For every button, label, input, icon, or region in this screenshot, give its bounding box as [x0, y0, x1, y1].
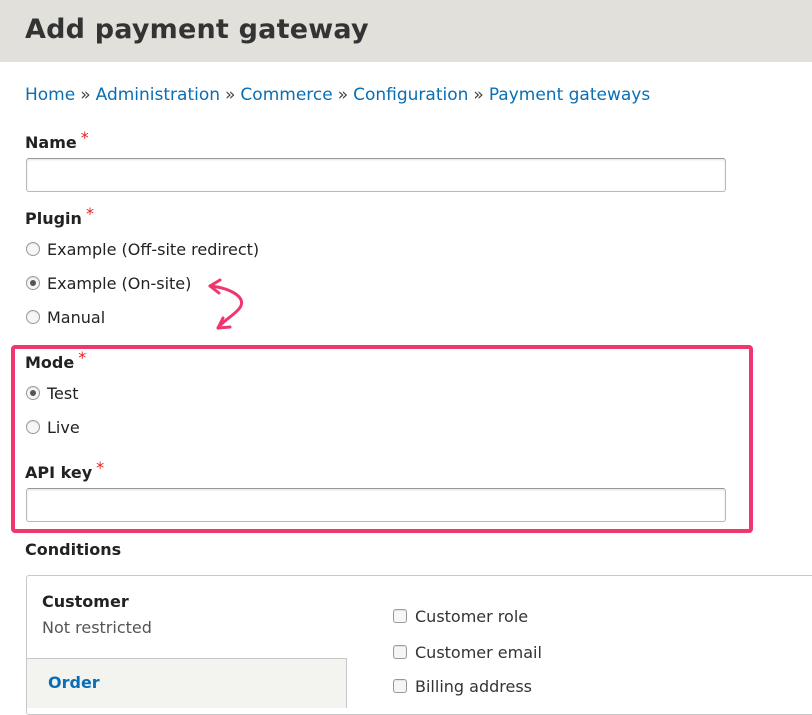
- plugin-option-onsite[interactable]: Example (On-site): [26, 272, 191, 294]
- page-title: Add payment gateway: [25, 14, 369, 45]
- checkbox-label: Customer email: [415, 642, 542, 662]
- plugin-option-label: Manual: [47, 307, 106, 327]
- radio-button[interactable]: [26, 420, 40, 434]
- breadcrumb-administration[interactable]: Administration: [96, 85, 220, 105]
- mode-option-live[interactable]: Live: [26, 416, 80, 438]
- required-marker: *: [85, 204, 94, 223]
- plugin-label: Plugin *: [25, 204, 94, 228]
- vertical-tab-customer-summary: Not restricted: [42, 618, 152, 637]
- plugin-option-label: Example (Off-site redirect): [47, 239, 260, 259]
- api-key-label: API key *: [25, 458, 104, 482]
- condition-billing-address[interactable]: Billing address: [393, 675, 532, 697]
- page-header: Add payment gateway: [0, 0, 812, 62]
- checkbox[interactable]: [393, 645, 407, 659]
- mode-label-text: Mode: [25, 353, 75, 372]
- radio-button[interactable]: [26, 310, 40, 324]
- breadcrumb-separator: »: [225, 85, 236, 105]
- breadcrumb-separator: »: [473, 85, 484, 105]
- name-label: Name *: [25, 128, 89, 152]
- breadcrumb-separator: »: [337, 85, 349, 105]
- breadcrumb-separator: »: [80, 85, 91, 105]
- breadcrumb: Home» Administration» Commerce» Configurati…: [25, 85, 650, 105]
- checkbox[interactable]: [393, 679, 407, 693]
- checkbox[interactable]: [393, 609, 407, 623]
- mode-option-label: Test: [47, 383, 79, 403]
- plugin-option-label: Example (On-site): [47, 273, 192, 293]
- checkbox-label: Billing address: [415, 676, 532, 696]
- radio-button-selected[interactable]: [26, 276, 40, 290]
- name-label-text: Name: [25, 133, 77, 152]
- api-key-label-text: API key: [25, 463, 93, 482]
- required-marker: *: [96, 458, 105, 477]
- radio-button[interactable]: [26, 242, 40, 256]
- curved-double-arrow-icon: [208, 278, 243, 330]
- api-key-input[interactable]: [26, 488, 726, 522]
- breadcrumb-configuration[interactable]: Configuration: [353, 85, 468, 105]
- conditions-label: Conditions: [25, 540, 122, 559]
- name-input[interactable]: [26, 158, 726, 192]
- breadcrumb-payment-gateways[interactable]: Payment gateways: [489, 85, 650, 105]
- mode-label: Mode *: [25, 348, 86, 372]
- condition-customer-role[interactable]: Customer role: [393, 605, 528, 627]
- checkbox-label: Customer role: [415, 606, 529, 626]
- radio-button-selected[interactable]: [26, 386, 40, 400]
- plugin-option-manual[interactable]: Manual: [26, 306, 105, 328]
- required-marker: *: [80, 128, 89, 147]
- required-marker: *: [78, 348, 87, 367]
- plugin-label-text: Plugin: [25, 209, 82, 228]
- plugin-option-offsite[interactable]: Example (Off-site redirect): [26, 238, 259, 260]
- mode-option-test[interactable]: Test: [26, 382, 79, 404]
- breadcrumb-commerce[interactable]: Commerce: [240, 85, 332, 105]
- mode-option-label: Live: [47, 417, 80, 437]
- vertical-tab-order-title[interactable]: Order: [48, 673, 100, 692]
- breadcrumb-home[interactable]: Home: [25, 85, 75, 105]
- condition-customer-email[interactable]: Customer email: [393, 641, 542, 663]
- vertical-tab-customer-title[interactable]: Customer: [42, 592, 129, 611]
